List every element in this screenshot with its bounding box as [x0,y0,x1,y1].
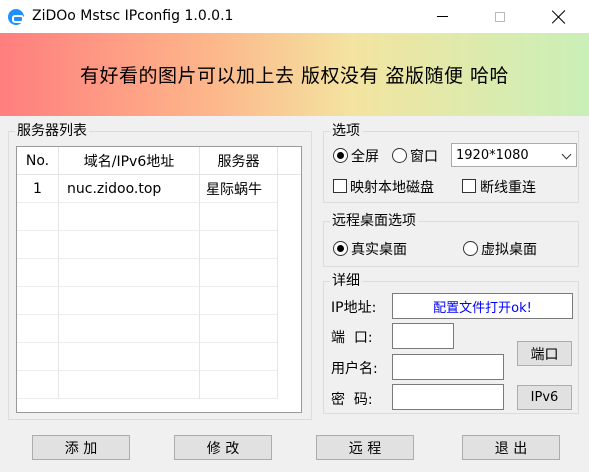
edit-button[interactable]: 修 改 [174,435,272,460]
table-row-empty [17,315,301,343]
column-header-address[interactable]: 域名/IPv6地址 [59,147,200,174]
row-no: 1 [17,175,59,203]
username-field[interactable] [392,354,504,380]
reconnect-checkbox[interactable] [462,179,476,193]
table-row-empty [17,231,301,259]
maximize-icon [495,11,505,22]
password-field[interactable] [392,384,504,410]
details-title: 详细 [330,272,362,290]
real-desktop-label: 真实桌面 [351,242,407,258]
resolution-select[interactable]: 1920*1080 [451,143,577,167]
banner: 有好看的图片可以加上去 版权没有 盗版随便 哈哈 [0,33,589,116]
port-button[interactable]: 端口 [517,341,572,366]
server-list-title: 服务器列表 [15,122,89,140]
window-radio[interactable] [392,148,407,163]
row-server: 星际蜗牛 [200,175,278,203]
app-icon [8,9,24,25]
options-title: 选项 [330,122,362,140]
banner-text: 有好看的图片可以加上去 版权没有 盗版随便 哈哈 [79,65,510,87]
table-row-empty [17,203,301,231]
maximize-button[interactable] [471,0,529,33]
ip-field[interactable]: 配置文件打开ok! [392,293,573,319]
row-address: nuc.zidoo.top [59,175,200,203]
window-title: ZiDOo Mstsc IPconfig 1.0.0.1 [32,8,234,24]
password-label: 密 码: [331,392,373,408]
fullscreen-radio[interactable] [333,148,348,163]
close-button[interactable] [530,0,588,33]
map-local-disk-checkbox[interactable] [333,179,347,193]
port-field[interactable] [392,323,454,349]
table-row-empty [17,259,301,287]
virtual-desktop-label: 虚拟桌面 [481,242,537,258]
resolution-value: 1920*1080 [456,147,529,163]
port-label: 端 口: [331,330,373,346]
table-row-empty [17,287,301,315]
column-header-server[interactable]: 服务器 [200,147,278,174]
desktop-options-title: 远程桌面选项 [330,212,418,230]
title-bar: ZiDOo Mstsc IPconfig 1.0.0.1 [0,0,589,33]
remote-button[interactable]: 远 程 [316,435,414,460]
minimize-button[interactable] [413,0,471,33]
virtual-desktop-radio[interactable] [463,241,478,256]
exit-button[interactable]: 退 出 [462,435,560,460]
reconnect-label: 断线重连 [480,180,536,196]
add-button[interactable]: 添 加 [32,435,130,460]
table-row[interactable]: 1 nuc.zidoo.top 星际蜗牛 [17,175,301,203]
table-row-empty [17,371,301,399]
server-list[interactable]: No. 域名/IPv6地址 服务器 1 nuc.zidoo.top 星际蜗牛 [16,146,302,413]
map-local-disk-label: 映射本地磁盘 [350,180,434,196]
table-row-empty [17,343,301,371]
window-label: 窗口 [410,149,438,165]
fullscreen-label: 全屏 [351,149,379,165]
chevron-down-icon [561,149,572,160]
username-label: 用户名: [331,361,378,377]
minimize-icon [436,16,448,17]
server-list-header: No. 域名/IPv6地址 服务器 [17,147,301,175]
column-header-no[interactable]: No. [17,147,59,174]
real-desktop-radio[interactable] [333,241,348,256]
ip-label: IP地址: [331,300,377,316]
ipv6-button[interactable]: IPv6 [517,385,572,410]
close-icon [552,10,566,24]
